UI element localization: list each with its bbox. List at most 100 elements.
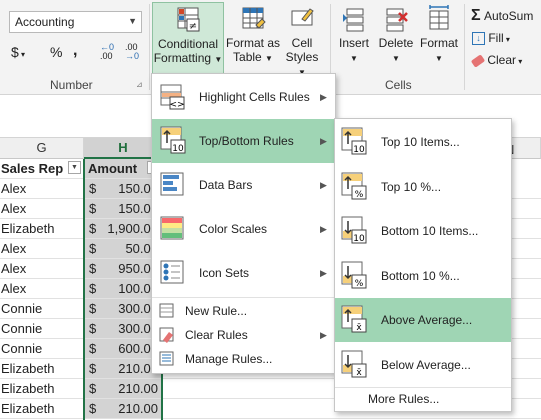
menu-item-highlight-cells-rules[interactable]: <> Highlight Cells Rules ▶ <box>152 75 335 119</box>
insert-button[interactable]: Insert ▼ <box>334 2 374 72</box>
header-label: Amount <box>88 161 138 176</box>
bottom-10-items-icon: 10 <box>341 216 367 244</box>
menu-label: Below Average... <box>381 357 471 372</box>
menu-label: Top 10 %... <box>381 179 442 194</box>
menu-item-clear-rules[interactable]: Clear Rules ▶ <box>152 323 335 347</box>
cell-sales-rep[interactable]: Elizabeth <box>0 219 84 239</box>
menu-label: New Rule... <box>185 304 248 318</box>
menu-label: Bottom 10 Items... <box>381 224 479 238</box>
currency-symbol: $ <box>89 281 97 296</box>
menu-item-below-average[interactable]: x̄ Below Average... <box>335 343 511 387</box>
currency-symbol: $ <box>89 301 97 316</box>
menu-item-new-rule[interactable]: New Rule... <box>152 299 335 323</box>
eraser-icon <box>470 54 486 68</box>
bottom-10-percent-icon: % <box>341 261 367 289</box>
menu-label: Bottom 10 %... <box>381 268 460 283</box>
insert-cells-icon <box>343 8 364 32</box>
percent-style-button[interactable]: % <box>50 44 62 60</box>
cell-sales-rep[interactable]: Connie <box>0 339 84 359</box>
menu-label: Icon Sets <box>199 266 250 280</box>
menu-item-top-bottom-rules[interactable]: 10 Top/Bottom Rules ▶ <box>152 119 335 163</box>
cell-text: 210.00 <box>118 381 158 396</box>
cell-text: Elizabeth <box>1 401 55 416</box>
cell-sales-rep[interactable]: Elizabeth <box>0 399 84 419</box>
chevron-right-icon: ▶ <box>320 136 327 146</box>
cell-text: Alex <box>1 201 27 216</box>
menu-item-bottom-10-items[interactable]: 10 Bottom 10 Items... <box>335 209 511 253</box>
cell-text: Elizabeth <box>1 221 55 236</box>
header-sales-rep[interactable]: Sales Rep ▼ <box>0 159 84 179</box>
divider <box>464 4 465 90</box>
currency-symbol: $ <box>89 381 97 396</box>
menu-item-data-bars[interactable]: Data Bars ▶ <box>152 163 335 207</box>
data-bars-icon <box>160 172 184 196</box>
cell-sales-rep[interactable]: Elizabeth <box>0 359 84 379</box>
chevron-down-icon: ▼ <box>350 54 358 63</box>
cell-text: Elizabeth <box>1 361 55 376</box>
fill-button[interactable]: ↓ Fill ▾ <box>472 31 510 46</box>
menu-item-top-10-percent[interactable]: % Top 10 %... <box>335 165 511 209</box>
cell-sales-rep[interactable]: Alex <box>0 259 84 279</box>
cell-amount[interactable]: $210.00 <box>84 379 163 399</box>
cell-text: Elizabeth <box>1 381 55 396</box>
currency-symbol: $ <box>89 341 97 356</box>
menu-item-top-10-items[interactable]: 10 Top 10 Items... <box>335 120 511 164</box>
currency-symbol: $ <box>89 241 97 256</box>
chevron-down-icon: ▼ <box>265 54 273 63</box>
increase-decimal-button[interactable]: ←0 .00 <box>100 43 114 61</box>
conditional-formatting-label-2: Formatting ▼ <box>153 51 223 65</box>
above-average-icon: x̄ <box>341 305 367 333</box>
conditional-formatting-button[interactable]: ≠ Conditional Formatting ▼ <box>152 2 224 74</box>
currency-symbol: $ <box>89 361 97 376</box>
cell-sales-rep[interactable]: Alex <box>0 199 84 219</box>
cell-sales-rep[interactable]: Connie <box>0 319 84 339</box>
svg-text:<>: <> <box>169 100 184 110</box>
menu-label: More Rules... <box>368 392 440 406</box>
number-format-dropdown[interactable]: Accounting ▼ <box>9 11 142 33</box>
chevron-down-icon: ▾ <box>516 57 523 66</box>
filter-dropdown-icon[interactable]: ▼ <box>68 161 81 174</box>
cell-styles-label-1: Cell <box>291 36 313 50</box>
menu-item-manage-rules[interactable]: Manage Rules... <box>152 347 335 371</box>
svg-text:10: 10 <box>353 145 365 155</box>
menu-label: Manage Rules... <box>185 352 273 366</box>
menu-item-color-scales[interactable]: Color Scales ▶ <box>152 207 335 251</box>
format-as-table-button[interactable]: Format as Table ▼ <box>226 2 280 74</box>
autosum-button[interactable]: Σ AutoSum <box>471 7 533 25</box>
menu-item-icon-sets[interactable]: Icon Sets ▶ <box>152 251 335 295</box>
dialog-launcher-icon[interactable]: ⊿ <box>136 80 143 89</box>
format-as-table-label-1: Format as <box>226 36 281 50</box>
cell-text: Alex <box>1 261 27 276</box>
cell-sales-rep[interactable]: Alex <box>0 179 84 199</box>
accounting-format-button[interactable]: $ ▾ <box>11 44 25 60</box>
cell-amount[interactable]: $210.00 <box>84 399 163 419</box>
menu-item-above-average[interactable]: x̄ Above Average... <box>335 298 511 342</box>
cell-sales-rep[interactable]: Connie <box>0 299 84 319</box>
comma-style-button[interactable]: , <box>73 42 77 60</box>
icon-sets-icon <box>160 260 184 284</box>
menu-label: Top 10 Items... <box>381 135 460 149</box>
chevron-right-icon: ▶ <box>320 224 327 234</box>
clear-button[interactable]: Clear ▾ <box>470 53 523 68</box>
top-bottom-rules-submenu: 10 Top 10 Items...% Top 10 %... 10 Bottom 10… <box>334 118 512 412</box>
fill-down-icon: ↓ <box>472 32 485 46</box>
cell-sales-rep[interactable]: Alex <box>0 239 84 259</box>
format-label: Format ▼ <box>419 36 458 63</box>
menu-item-more-rules[interactable]: More Rules... <box>335 388 511 411</box>
format-as-table-label-2: Table ▼ <box>233 50 273 64</box>
svg-text:x̄: x̄ <box>356 368 362 378</box>
cell-sales-rep[interactable]: Elizabeth <box>0 379 84 399</box>
fill-label: Fill <box>488 31 504 45</box>
decrease-decimal-button[interactable]: .00 →0 <box>125 43 139 61</box>
cell-sales-rep[interactable]: Alex <box>0 279 84 299</box>
column-header-g[interactable]: G <box>0 138 84 159</box>
format-button[interactable]: Format ▼ <box>418 2 460 72</box>
conditional-formatting-label-1: Conditional <box>157 37 219 51</box>
svg-text:%: % <box>355 279 364 289</box>
conditional-formatting-icon: ≠ <box>177 7 200 32</box>
chevron-down-icon: ▼ <box>214 55 223 64</box>
cell-styles-button[interactable]: Cell Styles ▼ <box>282 2 322 77</box>
menu-item-bottom-10-percent[interactable]: % Bottom 10 %... <box>335 254 511 298</box>
clear-rules-icon <box>159 327 174 343</box>
delete-button[interactable]: Delete ▼ <box>376 2 416 72</box>
